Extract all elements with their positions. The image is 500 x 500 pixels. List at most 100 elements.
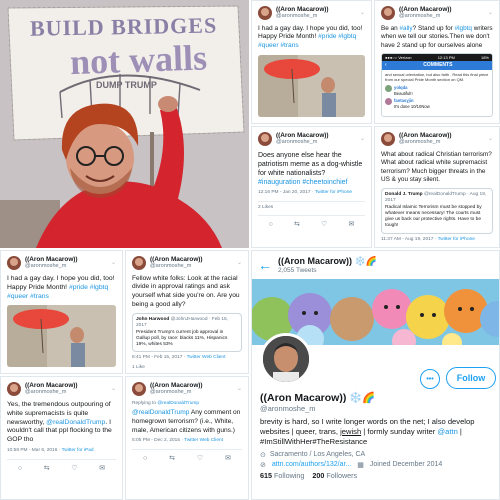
following-link[interactable]: 615 Following bbox=[260, 471, 304, 480]
chevron-down-icon[interactable]: ⌄ bbox=[111, 259, 116, 267]
tweet-timestamp[interactable]: 10:58 PM - Mar 6, 2016 · bbox=[7, 448, 62, 453]
tweet-author-handle[interactable]: @aronmoshe_m bbox=[399, 139, 452, 147]
avatar[interactable] bbox=[258, 132, 272, 147]
chevron-down-icon[interactable]: ⌄ bbox=[360, 135, 365, 143]
chevron-down-icon[interactable]: ⌄ bbox=[237, 259, 242, 267]
tweet-homegrown-terrorism[interactable]: ((Aron Macarow)) @aronmoshe_m ⌄ Replying… bbox=[125, 376, 249, 500]
profile-avatar[interactable] bbox=[260, 333, 312, 385]
tweet-author-handle[interactable]: @aronmoshe_m bbox=[276, 139, 329, 147]
tweet-author-handle[interactable]: @aronmoshe_m bbox=[150, 389, 203, 397]
back-arrow-icon[interactable]: ‹ bbox=[385, 62, 387, 69]
tweet-author-name[interactable]: ((Aron Macarow)) bbox=[25, 382, 78, 389]
comment-text: Beautiful!! bbox=[394, 90, 413, 96]
quoted-author-name[interactable]: Donald J. Trump bbox=[385, 192, 423, 197]
quoted-author-name[interactable]: John Harwood bbox=[136, 317, 169, 322]
twitter-profile[interactable]: ← ((Aron Macarow)) ❄️🌈 2,055 Tweets ••• … bbox=[251, 250, 500, 500]
mention-link[interactable]: @realDonaldTrump bbox=[46, 419, 105, 426]
tweet-gay-day-1[interactable]: ((Aron Macarow)) @aronmoshe_m ⌄ I had a … bbox=[251, 0, 372, 124]
calendar-icon: ▦ bbox=[357, 461, 364, 469]
chevron-down-icon[interactable]: ⌄ bbox=[488, 9, 493, 17]
tweet-author-name[interactable]: ((Aron Macarow)) bbox=[25, 256, 78, 263]
avatar[interactable] bbox=[7, 382, 21, 397]
phone-screenshot[interactable]: ●●●○○ Verizon 12:13 PM 18% ‹ COMMENTS an… bbox=[381, 52, 493, 117]
tweet-author-name[interactable]: ((Aron Macarow)) bbox=[150, 382, 203, 389]
tweet-author-handle[interactable]: @aronmoshe_m bbox=[150, 263, 203, 271]
tweet-author-name[interactable]: ((Aron Macarow)) bbox=[399, 132, 452, 139]
tweet-text: What about radical Christian terrorism? … bbox=[381, 150, 492, 183]
tweet-source[interactable]: Twitter for iPad bbox=[62, 448, 94, 453]
reply-icon[interactable]: ○ bbox=[143, 454, 147, 463]
tweet-fellow-white-folks[interactable]: ((Aron Macarow)) @aronmoshe_m ⌄ Fellow w… bbox=[125, 250, 249, 374]
tweet-timestamp[interactable]: 12:16 PM - Jan 20, 2017 · bbox=[258, 190, 315, 195]
tweet-text: ? Stand up for bbox=[412, 24, 455, 32]
chevron-down-icon[interactable]: ⌄ bbox=[237, 385, 242, 393]
likes-count[interactable]: 1 Like bbox=[132, 365, 242, 371]
tweet-author-name[interactable]: ((Aron Macarow)) bbox=[276, 6, 329, 13]
hashtag-lgbtq[interactable]: #lgbtq bbox=[455, 25, 472, 32]
quoted-tweet-text: Radical Islamic Terrorism must be stoppe… bbox=[385, 204, 482, 229]
followers-link[interactable]: 200 Followers bbox=[312, 471, 357, 480]
tweet-timestamp[interactable]: 6:41 PM - Feb 15, 2017 · bbox=[132, 355, 187, 360]
bio-attn-link[interactable]: @attn bbox=[437, 427, 457, 436]
tweet-timestamp[interactable]: 5:05 PM - Dec 2, 2015 · bbox=[132, 438, 184, 443]
link-icon: ⊘ bbox=[260, 461, 266, 469]
pride-photo[interactable] bbox=[7, 305, 116, 368]
pride-photo[interactable] bbox=[258, 54, 365, 117]
quoted-tweet[interactable]: Donald J. Trump @realDonaldTrump · Aug 1… bbox=[381, 188, 493, 234]
quoted-tweet[interactable]: John Harwood @JohnJHarwood · Feb 15, 201… bbox=[132, 313, 242, 353]
tweet-author-handle[interactable]: @aronmoshe_m bbox=[399, 13, 452, 21]
chevron-down-icon[interactable]: ⌄ bbox=[111, 385, 116, 393]
chevron-down-icon[interactable]: ⌄ bbox=[360, 9, 365, 17]
tweet-author-handle[interactable]: @aronmoshe_m bbox=[25, 389, 78, 397]
likes-count[interactable]: 2 Likes bbox=[258, 205, 365, 211]
tweet-source[interactable]: Twitter for iPhone bbox=[315, 190, 352, 195]
tweet-timestamp[interactable]: 11:37 AM - Aug 19, 2017 · bbox=[381, 237, 438, 242]
tweet-gay-day-2[interactable]: ((Aron Macarow)) @aronmoshe_m ⌄ I had a … bbox=[0, 250, 123, 374]
chevron-down-icon[interactable]: ⌄ bbox=[488, 135, 493, 143]
tweet-author-name[interactable]: ((Aron Macarow)) bbox=[150, 256, 203, 263]
retweet-icon[interactable]: ⇆ bbox=[169, 454, 175, 463]
retweet-icon[interactable]: ⇆ bbox=[294, 220, 300, 229]
like-icon[interactable]: ♡ bbox=[197, 454, 203, 463]
tweet-hashtags[interactable]: #inauguration #cheetoinchief bbox=[258, 179, 348, 186]
tweet-patriotism[interactable]: ((Aron Macarow)) @aronmoshe_m ⌄ Does any… bbox=[251, 126, 372, 248]
tweet-text: Be an bbox=[381, 24, 400, 32]
message-icon[interactable]: ✉ bbox=[348, 220, 354, 229]
reply-icon[interactable]: ○ bbox=[269, 220, 273, 229]
message-icon[interactable]: ✉ bbox=[225, 454, 231, 463]
tweet-white-supremacists[interactable]: ((Aron Macarow)) @aronmoshe_m ⌄ Yes, the… bbox=[0, 376, 123, 500]
reply-handle-link[interactable]: @realDonaldTrump bbox=[157, 401, 199, 406]
back-arrow-icon[interactable]: ← bbox=[258, 257, 272, 273]
avatar[interactable] bbox=[132, 382, 146, 397]
tweet-author-name[interactable]: ((Aron Macarow)) bbox=[399, 6, 452, 13]
more-button[interactable]: ••• bbox=[420, 369, 440, 389]
mention-link[interactable]: @realDonaldTrump bbox=[132, 409, 189, 416]
status-battery: 18% bbox=[480, 54, 489, 60]
profile-name-emoji: ❄️🌈 bbox=[354, 256, 377, 266]
tweet-author-name[interactable]: ((Aron Macarow)) bbox=[276, 132, 329, 139]
profile-topbar-name: ((Aron Macarow)) bbox=[278, 256, 352, 266]
reply-icon[interactable]: ○ bbox=[18, 464, 22, 473]
tweet-radical-terrorism[interactable]: ((Aron Macarow)) @aronmoshe_m ⌄ What abo… bbox=[374, 126, 500, 248]
tweet-source[interactable]: Twitter Web Client bbox=[184, 438, 223, 443]
avatar[interactable] bbox=[381, 132, 395, 147]
like-icon[interactable]: ♡ bbox=[71, 464, 77, 473]
profile-website-link[interactable]: attn.com/authors/132/ar... bbox=[272, 461, 351, 468]
avatar[interactable] bbox=[7, 256, 21, 271]
tweet-author-handle[interactable]: @aronmoshe_m bbox=[25, 263, 78, 271]
like-icon[interactable]: ♡ bbox=[321, 220, 327, 229]
hashtag-ally[interactable]: #ally bbox=[399, 25, 412, 32]
follow-button[interactable]: Follow bbox=[446, 367, 496, 389]
commenter-avatar bbox=[385, 98, 392, 106]
avatar[interactable] bbox=[132, 256, 146, 271]
message-icon[interactable]: ✉ bbox=[99, 464, 105, 473]
tweet-text: Fellow white folks: Look at the racial d… bbox=[132, 274, 240, 308]
tweet-author-handle[interactable]: @aronmoshe_m bbox=[276, 13, 329, 21]
tweet-source[interactable]: Twitter Web Client bbox=[187, 355, 226, 360]
profile-topbar: ← ((Aron Macarow)) ❄️🌈 2,055 Tweets bbox=[252, 251, 499, 279]
retweet-icon[interactable]: ⇆ bbox=[44, 464, 50, 473]
tweet-source[interactable]: Twitter for iPhone bbox=[438, 237, 475, 242]
tweet-ally[interactable]: ((Aron Macarow)) @aronmoshe_m ⌄ Be an #a… bbox=[374, 0, 500, 124]
avatar[interactable] bbox=[381, 6, 395, 21]
avatar[interactable] bbox=[258, 6, 272, 21]
